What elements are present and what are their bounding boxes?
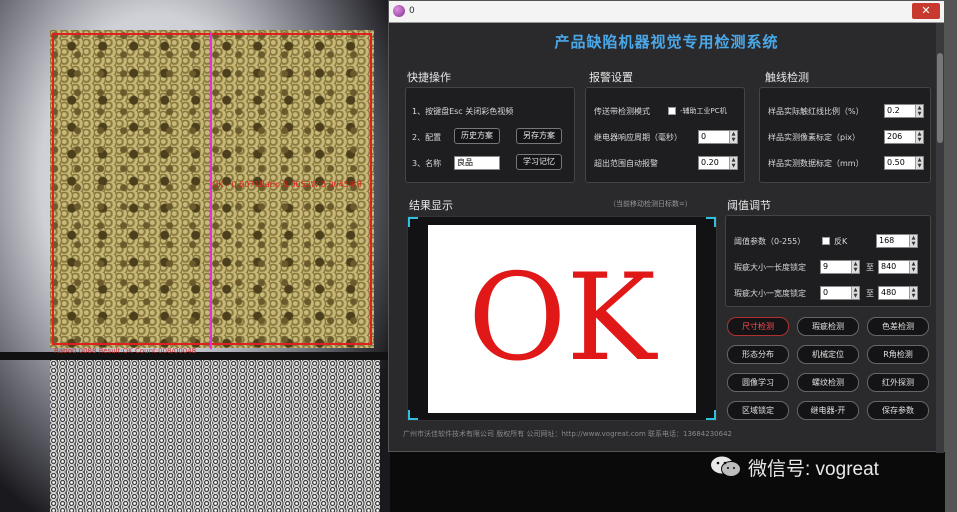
width-lock-label: 瑕疵大小一宽度锁定 — [734, 289, 806, 298]
width-min-input[interactable]: 0 ▲ ▼ — [820, 286, 860, 300]
result-display: OK — [407, 216, 717, 421]
thread-check-button[interactable]: 螺纹检测 — [797, 373, 859, 392]
relay-period-label: 继电器响应周期（毫秒） — [594, 133, 682, 142]
dimension-check-button[interactable]: 尺寸检测 — [727, 317, 789, 336]
result-ok-text: OK — [467, 249, 657, 388]
overrange-input[interactable]: 0.20 ▲ ▼ — [698, 156, 738, 170]
background-edge — [945, 0, 957, 512]
mm-calib-label: 样品实测数据标定（mm） — [768, 159, 864, 168]
mm-calib-input[interactable]: 0.50 ▲ ▼ — [884, 156, 924, 170]
threshold-spinner[interactable]: ▲ ▼ — [909, 235, 917, 247]
width-max-input[interactable]: 480 ▲ ▼ — [878, 286, 918, 300]
threshold-input[interactable]: 168 ▲ ▼ — [876, 234, 918, 248]
system-title: 产品缺陷机器视觉专用检测系统 — [554, 33, 779, 51]
touch-ratio-label: 样品实际触红线比例（%） — [768, 107, 864, 116]
quick-ops-panel: 1、按键盘Esc 关闭彩色视频 2、配置 历史方案 另存方案 3、名称 良品 学… — [405, 87, 575, 183]
image-learning-button[interactable]: 圆像学习 — [727, 373, 789, 392]
width-min-value: 0 — [823, 288, 829, 297]
result-canvas: OK — [428, 225, 696, 413]
invert-checkbox[interactable] — [822, 237, 830, 245]
mechanical-positioning-button[interactable]: 机械定位 — [797, 345, 859, 364]
color-diff-button[interactable]: 色差检测 — [867, 317, 929, 336]
camera-caption: Ratio0.0088 Result:OK Count:008/00048 — [54, 347, 197, 355]
infrared-detect-button[interactable]: 红外探测 — [867, 373, 929, 392]
esc-hint: 1、按键盘Esc 关闭彩色视频 — [412, 107, 514, 116]
result-heading: 结果显示 — [409, 199, 453, 212]
title-bar[interactable]: 0 ✕ — [389, 1, 944, 23]
result-hint: （当前移动检测日标数=） — [609, 200, 692, 208]
width-max-spinner[interactable]: ▲ ▼ — [909, 287, 917, 299]
learn-memory-button[interactable]: 学习记忆 — [516, 154, 562, 170]
pixel-calib-value: 206 — [887, 132, 903, 141]
relay-period-input[interactable]: 0 ▲ ▼ — [698, 130, 738, 144]
threshold-heading: 阈值调节 — [727, 199, 771, 212]
close-button[interactable]: ✕ — [912, 3, 940, 19]
length-min-input[interactable]: 9 ▲ ▼ — [820, 260, 860, 274]
frame-corner-tl — [408, 217, 418, 227]
touch-ratio-value: 0.2 — [887, 106, 900, 115]
frame-corner-br — [706, 410, 716, 420]
mm-calib-value: 0.50 — [887, 158, 905, 167]
name-input[interactable]: 良品 — [454, 156, 500, 170]
length-max-spinner[interactable]: ▲ ▼ — [909, 261, 917, 273]
scrollbar-thumb[interactable] — [937, 53, 943, 143]
r-corner-check-button[interactable]: R角检测 — [867, 345, 929, 364]
threshold-panel: 阈值参数（0-255） 反K 168 ▲ ▼ 瑕疵大小一长度锁定 9 ▲ ▼ 至 840… — [725, 215, 931, 307]
touch-line-heading: 触线检测 — [765, 71, 809, 84]
industrial-pc-label: -辅助工业PC机 — [680, 107, 727, 115]
wechat-watermark: 微信号: vogreat — [710, 452, 879, 482]
length-max-value: 840 — [881, 262, 897, 271]
app-icon — [393, 5, 405, 17]
length-min-spinner[interactable]: ▲ ▼ — [851, 261, 859, 273]
length-to-label: 至 — [866, 263, 874, 272]
length-max-input[interactable]: 840 ▲ ▼ — [878, 260, 918, 274]
width-min-spinner[interactable]: ▲ ▼ — [851, 287, 859, 299]
wechat-icon — [710, 456, 742, 478]
threshold-param-label: 阈值参数（0-255） — [734, 237, 806, 246]
camera-view-binary — [50, 360, 380, 512]
window-title: 0 — [409, 6, 415, 16]
pixel-calib-label: 样品实测像素标定（pix） — [768, 133, 861, 142]
relay-on-button[interactable]: 继电器-开 — [797, 401, 859, 420]
history-plan-button[interactable]: 历史方案 — [454, 128, 500, 144]
save-plan-as-button[interactable]: 另存方案 — [516, 128, 562, 144]
touch-line-panel: 样品实际触红线比例（%） 0.2 ▲ ▼ 样品实测像素标定（pix） 206 ▲ ▼ 样… — [759, 87, 931, 183]
pixel-calib-spinner[interactable]: ▲ ▼ — [915, 131, 923, 143]
save-params-button[interactable]: 保存参数 — [867, 401, 929, 420]
detection-roi-box — [52, 33, 372, 345]
relay-period-value: 0 — [701, 132, 707, 141]
vertical-scrollbar[interactable] — [936, 23, 944, 453]
overrange-spinner[interactable]: ▲ ▼ — [729, 157, 737, 169]
overrange-alarm-label: 超出范围自动报警 — [594, 159, 658, 168]
wechat-id: 微信号: vogreat — [748, 458, 879, 480]
detection-touch-line — [210, 33, 212, 349]
flaw-check-button[interactable]: 瑕疵检测 — [797, 317, 859, 336]
camera-readout: OK - 0.0071Ratio:0.0052W:0.0045/88 — [212, 180, 362, 189]
conveyor-mode-label: 传送带检测模式 — [594, 107, 650, 116]
length-min-value: 9 — [823, 262, 829, 271]
frame-corner-tr — [706, 217, 716, 227]
width-to-label: 至 — [866, 289, 874, 298]
overrange-value: 0.20 — [701, 158, 719, 167]
alarm-heading: 报警设置 — [589, 71, 633, 84]
threshold-value: 168 — [879, 236, 895, 245]
mm-calib-spinner[interactable]: ▲ ▼ — [915, 157, 923, 169]
relay-period-spinner[interactable]: ▲ ▼ — [729, 131, 737, 143]
quick-ops-heading: 快捷操作 — [407, 71, 451, 84]
length-lock-label: 瑕疵大小一长度锁定 — [734, 263, 806, 272]
pixel-calib-input[interactable]: 206 ▲ ▼ — [884, 130, 924, 144]
width-max-value: 480 — [881, 288, 897, 297]
conveyor-mode-checkbox[interactable] — [668, 107, 676, 115]
touch-ratio-input[interactable]: 0.2 ▲ ▼ — [884, 104, 924, 118]
invert-label: 反K — [834, 237, 848, 246]
inspection-window: 0 ✕ 产品缺陷机器视觉专用检测系统 快捷操作 1、按键盘Esc 关闭彩色视频 … — [388, 0, 945, 453]
config-label: 2、配置 — [412, 133, 442, 142]
copyright-footer: 广州市沃佳软件技术有限公司 版权所有 公司网址：http://www.vogre… — [403, 430, 732, 438]
name-label: 3、名称 — [412, 159, 442, 168]
frame-corner-bl — [408, 410, 418, 420]
region-lock-button[interactable]: 区域锁定 — [727, 401, 789, 420]
shape-distribution-button[interactable]: 形态分布 — [727, 345, 789, 364]
touch-ratio-spinner[interactable]: ▲ ▼ — [915, 105, 923, 117]
alarm-panel: 传送带检测模式 -辅助工业PC机 继电器响应周期（毫秒） 0 ▲ ▼ 超出范围自动报… — [585, 87, 745, 183]
